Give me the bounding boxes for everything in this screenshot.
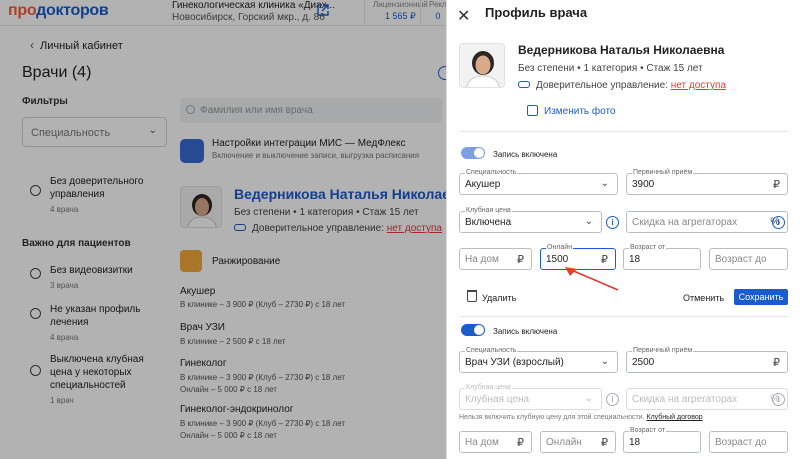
- home-price-input-1[interactable]: На дом ₽: [459, 248, 532, 270]
- annotation-arrow: [565, 267, 619, 291]
- chevron-down-icon: ⌄: [584, 216, 593, 227]
- ruble-icon: ₽: [517, 254, 524, 266]
- divider: [459, 131, 789, 132]
- info-icon[interactable]: i: [606, 216, 619, 229]
- age-from-input-1[interactable]: Возраст от 18: [623, 243, 701, 270]
- specialty-select-2[interactable]: Специальность Врач УЗИ (взрослый) ⌄: [459, 346, 618, 373]
- info-icon: i: [606, 393, 619, 406]
- info-icon: i: [772, 393, 785, 406]
- booking-toggle-2[interactable]: [461, 324, 485, 336]
- ruble-icon: ₽: [773, 179, 780, 191]
- save-button[interactable]: Сохранить: [734, 289, 788, 305]
- chevron-down-icon: ⌄: [584, 393, 593, 404]
- club-contract-link[interactable]: Клубный договор: [647, 414, 703, 421]
- club-price-select-2: Клубная цена Клубная цена ⌄: [459, 383, 602, 410]
- panel-doctor-meta: Без степени • 1 категория • Стаж 15 лет: [518, 63, 703, 74]
- panel-title: Профиль врача: [485, 5, 588, 20]
- club-price-select-1[interactable]: Клубная цена Включена ⌄: [459, 206, 602, 233]
- ruble-icon: ₽: [773, 357, 780, 369]
- club-note: Нельзя включить клубную цену для этой сп…: [459, 414, 703, 421]
- divider: [459, 316, 789, 317]
- home-price-input-2[interactable]: На дом ₽: [459, 431, 532, 453]
- age-to-input-1[interactable]: Возраст до: [709, 248, 788, 270]
- panel-doctor-photo: [459, 43, 505, 88]
- info-icon[interactable]: i: [772, 216, 785, 229]
- ruble-icon: ₽: [517, 437, 524, 449]
- chevron-down-icon: ⌄: [600, 178, 609, 189]
- age-from-input-2[interactable]: Возраст от 18: [623, 426, 701, 453]
- primary-price-input-1[interactable]: Первичный приём 3900 ₽: [626, 168, 788, 195]
- aggregator-discount-input-2: Скидка на агрегаторах%: [626, 388, 788, 410]
- specialty-select-1[interactable]: Специальность Акушер ⌄: [459, 168, 618, 195]
- online-price-input-2[interactable]: Онлайн ₽: [540, 431, 616, 453]
- doctor-profile-panel: ✕ Профиль врача Ведерникова Наталья Нико…: [446, 0, 800, 459]
- panel-doctor-trust: Доверительное управление: нет доступа: [518, 80, 726, 91]
- booking-toggle-1[interactable]: [461, 147, 485, 159]
- close-icon[interactable]: ✕: [457, 6, 470, 26]
- cancel-button[interactable]: Отменить: [683, 293, 724, 303]
- trash-icon[interactable]: [467, 290, 477, 302]
- primary-price-input-2[interactable]: Первичный приём 2500 ₽: [626, 346, 788, 373]
- ruble-icon: ₽: [601, 437, 608, 449]
- booking-toggle-label-2: Запись включена: [493, 327, 558, 336]
- chevron-down-icon: ⌄: [600, 356, 609, 367]
- panel-doctor-name: Ведерникова Наталья Николаевна: [518, 43, 725, 57]
- handshake-icon: [518, 81, 530, 88]
- panel-trust-no-access-link[interactable]: нет доступа: [671, 80, 726, 91]
- booking-toggle-label-1: Запись включена: [493, 150, 558, 159]
- age-to-input-2[interactable]: Возраст до: [709, 431, 788, 453]
- modal-overlay[interactable]: [0, 0, 446, 459]
- edit-photo-button[interactable]: Изменить фото: [527, 105, 615, 117]
- aggregator-discount-input-1[interactable]: Скидка на агрегаторах%: [626, 211, 788, 233]
- delete-button[interactable]: Удалить: [482, 293, 516, 303]
- photo-edit-icon: [527, 105, 538, 116]
